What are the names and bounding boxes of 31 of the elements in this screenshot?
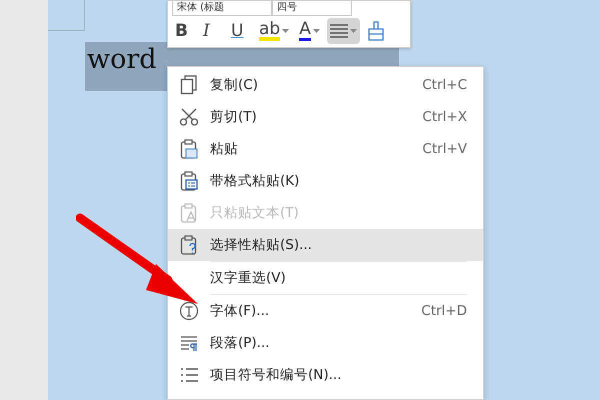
menu-item[interactable]: 粘贴 Ctrl+V (168, 133, 483, 165)
fontcolor-button[interactable]: A (296, 18, 323, 44)
menu-item[interactable]: 段落(P)... (168, 327, 483, 359)
page-corner-mark (48, 0, 85, 31)
bold-button[interactable]: B (172, 18, 196, 44)
clipboard-icon (180, 139, 198, 159)
caret-icon (312, 29, 320, 33)
caret-icon (282, 29, 290, 33)
caret-icon (350, 29, 357, 33)
menu-item[interactable]: 字体(F)... Ctrl+D (168, 295, 483, 327)
menu-item[interactable]: 剪切(T) Ctrl+X (168, 101, 483, 133)
clipboard-text-icon (180, 203, 198, 223)
align-icon (330, 24, 348, 38)
underline-button[interactable]: U (228, 18, 252, 44)
list-icon (180, 367, 198, 383)
paragraph-icon (180, 334, 198, 352)
menu-item[interactable]: 带格式粘贴(K) (168, 165, 483, 197)
font-name-field[interactable]: 宋体 (标题 (172, 1, 272, 16)
copy-icon (180, 75, 198, 95)
font-size-field[interactable]: 四号 (272, 1, 352, 16)
align-button[interactable] (326, 18, 360, 44)
menu-item[interactable]: 选择性粘贴(S)... (168, 229, 483, 261)
format-painter-icon (366, 21, 385, 41)
font-icon (179, 301, 199, 321)
clipboard-question-icon (180, 235, 198, 255)
clipboard-format-icon (180, 171, 198, 191)
menu-item[interactable]: 汉字重选(V) (168, 262, 483, 294)
highlight-button[interactable]: ab (256, 18, 292, 44)
scissors-icon (179, 108, 199, 126)
italic-button[interactable]: I (200, 18, 224, 44)
menu-item[interactable]: 项目符号和编号(N)... (168, 359, 483, 391)
